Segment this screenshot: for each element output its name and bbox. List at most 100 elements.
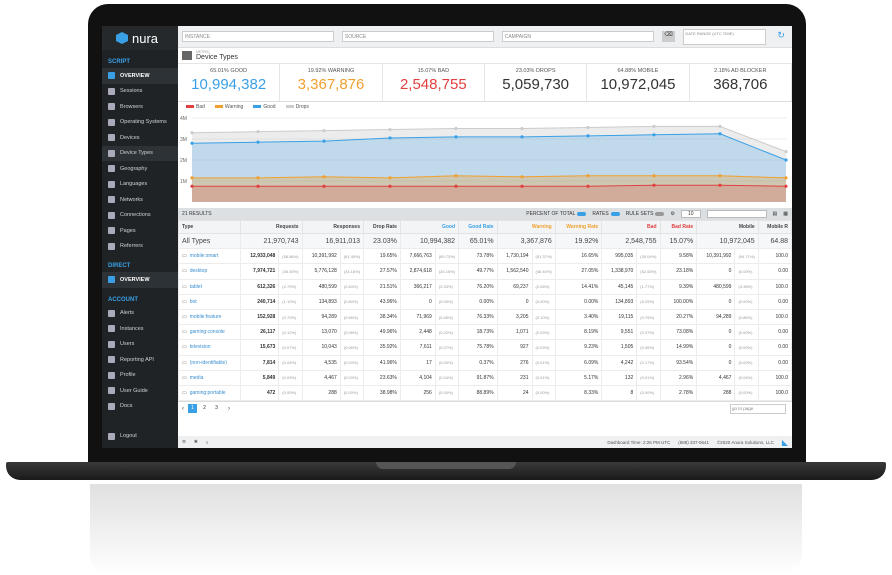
source-filter[interactable]: SOURCE: [341, 31, 494, 42]
column-header[interactable]: Good Rate: [458, 220, 498, 234]
table-row[interactable]: ▭ mobile:smart 12,933,048 (58.86%) 10,391,99…: [177, 248, 792, 265]
data-point[interactable]: [586, 125, 590, 130]
sidebar-item-referrers[interactable]: Referrers: [102, 239, 178, 255]
data-point[interactable]: [190, 184, 194, 188]
sidebar-item-profile[interactable]: Profile: [102, 368, 178, 384]
page-button-3[interactable]: 3: [212, 404, 221, 413]
sidebar-item-devices[interactable]: Devices: [102, 130, 178, 146]
column-header[interactable]: Bad: [601, 220, 661, 234]
table-row[interactable]: ▭ television 15,673 (0.07%) 10,043 (0.06%) 35.…: [177, 339, 792, 356]
sidebar-item-geography[interactable]: Geography: [102, 161, 178, 177]
logo[interactable]: nura: [102, 26, 178, 50]
data-point[interactable]: [454, 174, 458, 178]
legend-item[interactable]: Good: [253, 104, 276, 110]
data-point[interactable]: [388, 176, 392, 180]
data-point[interactable]: [718, 132, 722, 136]
search-input[interactable]: [706, 210, 767, 218]
data-point[interactable]: [718, 183, 722, 187]
data-point[interactable]: [190, 141, 194, 145]
column-header[interactable]: Requests: [240, 220, 303, 234]
device-type-link[interactable]: ▭ mobile:smart: [177, 248, 242, 265]
data-point[interactable]: [652, 124, 656, 128]
device-type-link[interactable]: ▭ gaming:portable: [177, 384, 242, 402]
stat-card[interactable]: 64.88% MOBILE 10,972,045: [587, 64, 690, 101]
table-row-all[interactable]: All Types 21,970,743 16,911,013 23.03% 10,99…: [177, 232, 792, 250]
sidebar-item-sessions[interactable]: Sessions: [102, 84, 178, 100]
data-point[interactable]: [520, 184, 524, 188]
data-point[interactable]: [322, 175, 326, 179]
device-type-link[interactable]: ▭ mobile:feature: [177, 308, 242, 326]
sidebar-item-device-types[interactable]: Device Types: [102, 145, 178, 161]
campaign-filter[interactable]: CAMPAIGN: [501, 31, 654, 42]
data-point[interactable]: [652, 174, 656, 178]
table-row[interactable]: ▭ tablet 612,326 (2.79%) 480,599 (2.84%) 21.51…: [177, 278, 792, 295]
sidebar-item-overview[interactable]: OVERVIEW: [102, 68, 178, 84]
sidebar-item-browsers[interactable]: Browsers: [102, 99, 178, 115]
table-row[interactable]: ▭ media 5,849 (0.03%) 4,467 (0.03%) 23.63% 4,10…: [177, 369, 792, 386]
data-point[interactable]: [652, 133, 656, 137]
data-point[interactable]: [586, 134, 590, 138]
sidebar-item-alerts[interactable]: Alerts: [102, 306, 178, 322]
data-point[interactable]: [256, 176, 260, 180]
legend-item[interactable]: Drops: [285, 104, 309, 110]
table-row[interactable]: ▭ (non-identifiable) 7,814 (0.04%) 4,535 (0.0…: [177, 354, 792, 371]
data-point[interactable]: [784, 158, 788, 162]
column-header[interactable]: Good: [399, 220, 460, 234]
chat-icon[interactable]: ◣: [782, 438, 788, 447]
column-header[interactable]: Bad Rate: [659, 220, 698, 234]
sidebar-item-pages[interactable]: Pages: [102, 223, 178, 239]
data-point[interactable]: [784, 184, 788, 188]
data-point[interactable]: [454, 126, 458, 131]
sidebar-item-networks[interactable]: Networks: [102, 192, 178, 208]
stat-card[interactable]: 23.03% DROPS 5,059,730: [485, 64, 588, 101]
column-header[interactable]: Responses: [301, 220, 365, 234]
device-type-link[interactable]: ▭ television: [177, 339, 242, 356]
data-point[interactable]: [256, 140, 260, 144]
settings-icon[interactable]: ⚙: [670, 211, 674, 217]
percent-of-total-toggle[interactable]: PERCENT OF TOTAL: [526, 211, 587, 217]
sidebar-item-operating-systems[interactable]: Operating Systems: [102, 115, 178, 131]
sidebar-item-instances[interactable]: Instances: [102, 321, 178, 337]
data-point[interactable]: [718, 124, 722, 128]
data-point[interactable]: [718, 174, 722, 178]
legend-item[interactable]: Warning: [214, 104, 243, 110]
column-header[interactable]: Mobile: [696, 220, 759, 234]
data-point[interactable]: [322, 139, 326, 143]
sidebar-item-reporting-api[interactable]: Reporting API: [102, 352, 178, 368]
page-button-2[interactable]: 2: [200, 404, 209, 413]
sidebar-item-users[interactable]: Users: [102, 337, 178, 353]
footer-settings-icon[interactable]: ⚙: [182, 439, 186, 445]
data-point[interactable]: [520, 135, 524, 139]
data-point[interactable]: [652, 183, 656, 187]
stat-card[interactable]: 65.01% GOOD 10,994,382: [178, 64, 281, 101]
page-button-1[interactable]: 1: [188, 404, 197, 414]
column-header[interactable]: Mobile R: [757, 220, 792, 234]
sidebar-item-languages[interactable]: Languages: [102, 177, 178, 193]
rule-sets-toggle[interactable]: RULE SETS: [626, 211, 665, 217]
stat-card[interactable]: 19.92% WARNING 3,367,876: [280, 64, 383, 101]
data-point[interactable]: [190, 176, 194, 180]
page-size-select[interactable]: 10: [680, 210, 701, 218]
data-point[interactable]: [388, 127, 392, 132]
device-type-link[interactable]: ▭ gaming:console: [177, 324, 242, 341]
refresh-icon[interactable]: ↻: [774, 30, 788, 44]
device-type-link[interactable]: ▭ desktop: [177, 263, 242, 280]
data-point[interactable]: [784, 176, 788, 180]
column-header[interactable]: Warning: [496, 220, 556, 234]
legend-item[interactable]: Bad: [186, 104, 205, 110]
columns-icon[interactable]: ▦: [783, 211, 788, 217]
data-point[interactable]: [256, 130, 260, 134]
instance-filter[interactable]: INSTANCE: [182, 31, 334, 42]
footer-gear-icon[interactable]: ✱: [194, 439, 198, 445]
footer-search-icon[interactable]: ⌕: [206, 440, 209, 445]
data-point[interactable]: [520, 126, 524, 131]
data-point[interactable]: [322, 184, 326, 188]
data-point[interactable]: [256, 184, 260, 188]
device-type-link[interactable]: ▭ media: [177, 369, 242, 386]
data-point[interactable]: [322, 129, 326, 133]
data-point[interactable]: [388, 184, 392, 188]
data-point[interactable]: [586, 174, 590, 178]
device-type-link[interactable]: ▭ bot: [177, 293, 242, 310]
device-type-link[interactable]: ▭ tablet: [177, 278, 242, 295]
data-point[interactable]: [586, 184, 590, 188]
